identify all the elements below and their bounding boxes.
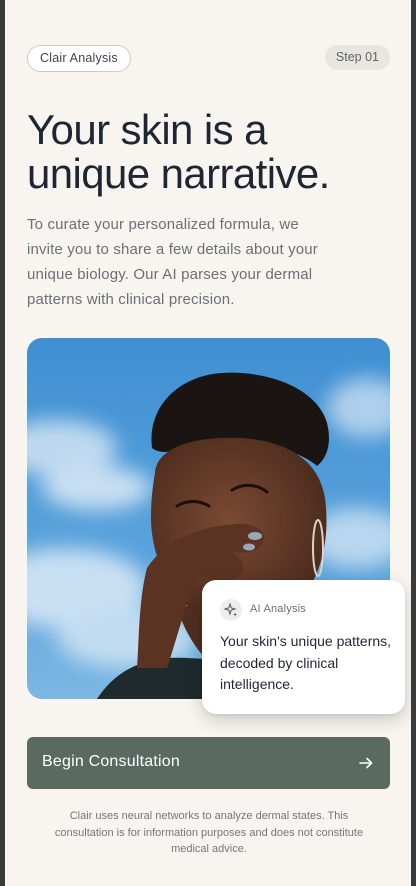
app-screen: Clair Analysis Step 01 Your skin is a un…: [5, 0, 411, 886]
brand-pill: Clair Analysis: [27, 45, 131, 72]
sparkle-icon: [220, 599, 242, 621]
cta-label: Begin Consultation: [42, 753, 180, 770]
top-bar: Clair Analysis Step 01: [27, 45, 390, 72]
ai-card-text: Your skin's unique patterns, decoded by …: [220, 633, 392, 692]
arrow-right-icon: [358, 755, 374, 776]
intro-paragraph: To curate your personalized formula, we …: [27, 216, 318, 308]
step-indicator: Step 01: [324, 45, 390, 70]
ai-card-label: AI Analysis: [250, 603, 307, 615]
headline-line-2: unique narrative.: [27, 150, 330, 197]
disclaimer-text: Clair uses neural networks to analyze de…: [54, 810, 364, 855]
begin-consultation-button[interactable]: Begin Consultation: [27, 737, 390, 789]
headline-line-1: Your skin is a: [27, 106, 267, 153]
page-title: Your skin is a unique narrative.: [27, 108, 367, 196]
ai-analysis-card: AI Analysis Your skin's unique patterns,…: [202, 580, 405, 714]
